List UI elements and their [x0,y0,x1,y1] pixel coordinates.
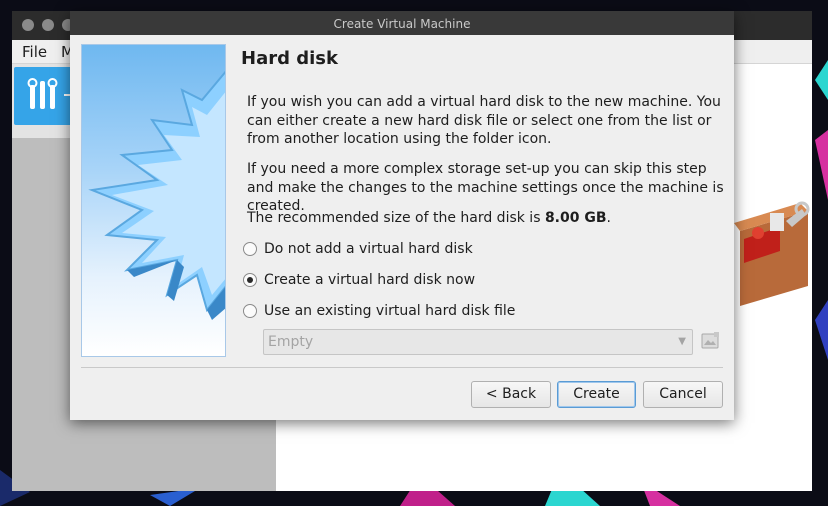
intro-text: If you wish you can add a virtual hard d… [247,94,721,147]
chevron-down-icon: ▼ [678,336,686,347]
page-title: Hard disk [241,48,338,69]
folder-icon [701,332,719,349]
dialog-titlebar: Create Virtual Machine [70,11,734,35]
recommended-size-value: 8.00 GB [544,210,607,226]
option-label: Do not add a virtual hard disk [264,241,473,257]
wizard-image [81,44,226,357]
close-window-icon[interactable] [22,19,34,31]
radio-icon[interactable] [243,273,257,287]
recommended-size-text: The recommended size of the hard disk is… [247,209,727,228]
option-label: Create a virtual hard disk now [264,272,476,288]
tools-icon [27,78,70,109]
recommended-prefix: The recommended size of the hard disk is [247,210,545,226]
tools-button[interactable] [14,67,72,125]
disk-file-select[interactable]: Empty ▼ [263,329,693,355]
menu-file[interactable]: File [22,43,47,61]
option-existing-disk[interactable]: Use an existing virtual hard disk file [243,301,515,321]
recommended-suffix: . [606,210,611,226]
toolbox-icon [734,201,810,306]
separator [81,367,723,368]
starburst-image [88,70,225,320]
back-button[interactable]: < Back [471,381,551,408]
disk-file-value: Empty [268,334,314,350]
choose-disk-file-button[interactable] [700,331,720,351]
cancel-button[interactable]: Cancel [643,381,723,408]
option-create-disk[interactable]: Create a virtual hard disk now [243,270,475,290]
minimize-window-icon[interactable] [42,19,54,31]
create-vm-dialog: Create Virtual Machine Hard disk If you … [70,11,734,420]
option-no-disk[interactable]: Do not add a virtual hard disk [243,239,473,259]
radio-icon[interactable] [243,242,257,256]
storage-hint-text: If you need a more complex storage set-u… [247,161,724,214]
option-label: Use an existing virtual hard disk file [264,303,516,319]
create-button[interactable]: Create [557,381,636,408]
radio-icon[interactable] [243,304,257,318]
